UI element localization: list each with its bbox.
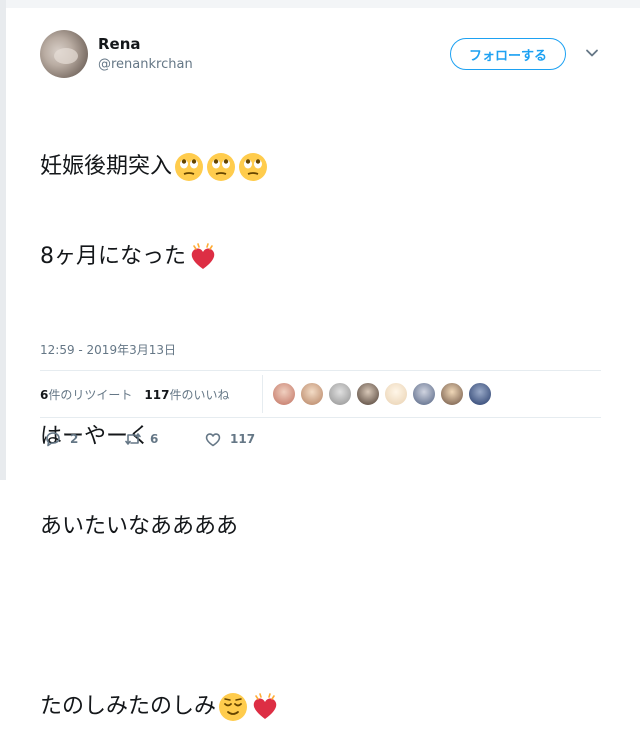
reply-count: 2 (70, 432, 79, 446)
eyes-rolling-emoji (239, 153, 268, 181)
chevron-down-icon[interactable] (585, 46, 599, 60)
reply-icon (46, 432, 60, 447)
like-button[interactable]: 117 (204, 430, 284, 448)
retweet-stat-label: 件のリツイート (48, 388, 133, 402)
retweet-button[interactable]: 6 (124, 430, 204, 448)
reply-button[interactable]: 2 (44, 430, 124, 448)
tweet-line-text: たのしみたのしみ (40, 694, 217, 719)
liker-avatar[interactable] (384, 382, 408, 406)
tweet-actions: 2 6 117 (44, 430, 284, 448)
retweet-icon (125, 433, 141, 445)
tweet-text: 妊娠後期突入 8ヶ月になった はーやーく あいたいなああああ たのしみたのしみ (40, 92, 600, 752)
tweet-line: あいたいなああああ (40, 512, 600, 542)
user-handle[interactable]: @renankrchan (98, 57, 193, 72)
tweet-stats: 6件のリツイート 117件のいいね (40, 386, 229, 403)
tweet-line-text: 妊娠後期突入 (40, 154, 173, 179)
retweet-count: 6 (150, 432, 159, 446)
relieved-face-emoji (219, 693, 248, 721)
beating-heart-emoji (253, 693, 277, 719)
heart-icon (205, 433, 221, 447)
beating-heart-emoji (191, 243, 215, 269)
liker-avatar[interactable] (300, 382, 324, 406)
tweet-timestamp[interactable]: 12:59 - 2019年3月13日 (40, 341, 176, 358)
stats-separator (262, 375, 263, 413)
tweet-line-text: 8ヶ月になった (40, 244, 186, 269)
liker-avatar[interactable] (272, 382, 296, 406)
eyes-rolling-emoji (207, 153, 236, 181)
likers-avatars (272, 382, 496, 406)
like-stat-label: 件のいいね (169, 388, 230, 402)
follow-button[interactable]: フォローする (450, 38, 566, 70)
like-stat-count: 117 (144, 388, 170, 402)
tweet-line: たのしみたのしみ (40, 692, 600, 722)
retweet-stat[interactable]: 6件のリツイート (40, 386, 132, 403)
tweet-line: 妊娠後期突入 (40, 152, 600, 182)
tweet-line-text: あいたいなああああ (40, 514, 239, 539)
like-stat[interactable]: 117件のいいね (144, 386, 229, 403)
avatar[interactable] (40, 30, 88, 78)
like-count: 117 (230, 432, 256, 446)
liker-avatar[interactable] (440, 382, 464, 406)
liker-avatar[interactable] (468, 382, 492, 406)
liker-avatar[interactable] (356, 382, 380, 406)
user-name[interactable]: Rena (98, 35, 141, 53)
liker-avatar[interactable] (328, 382, 352, 406)
liker-avatar[interactable] (412, 382, 436, 406)
divider (40, 370, 601, 371)
eyes-rolling-emoji (175, 153, 204, 181)
tweet-line: 8ヶ月になった (40, 242, 600, 272)
divider (40, 417, 601, 418)
